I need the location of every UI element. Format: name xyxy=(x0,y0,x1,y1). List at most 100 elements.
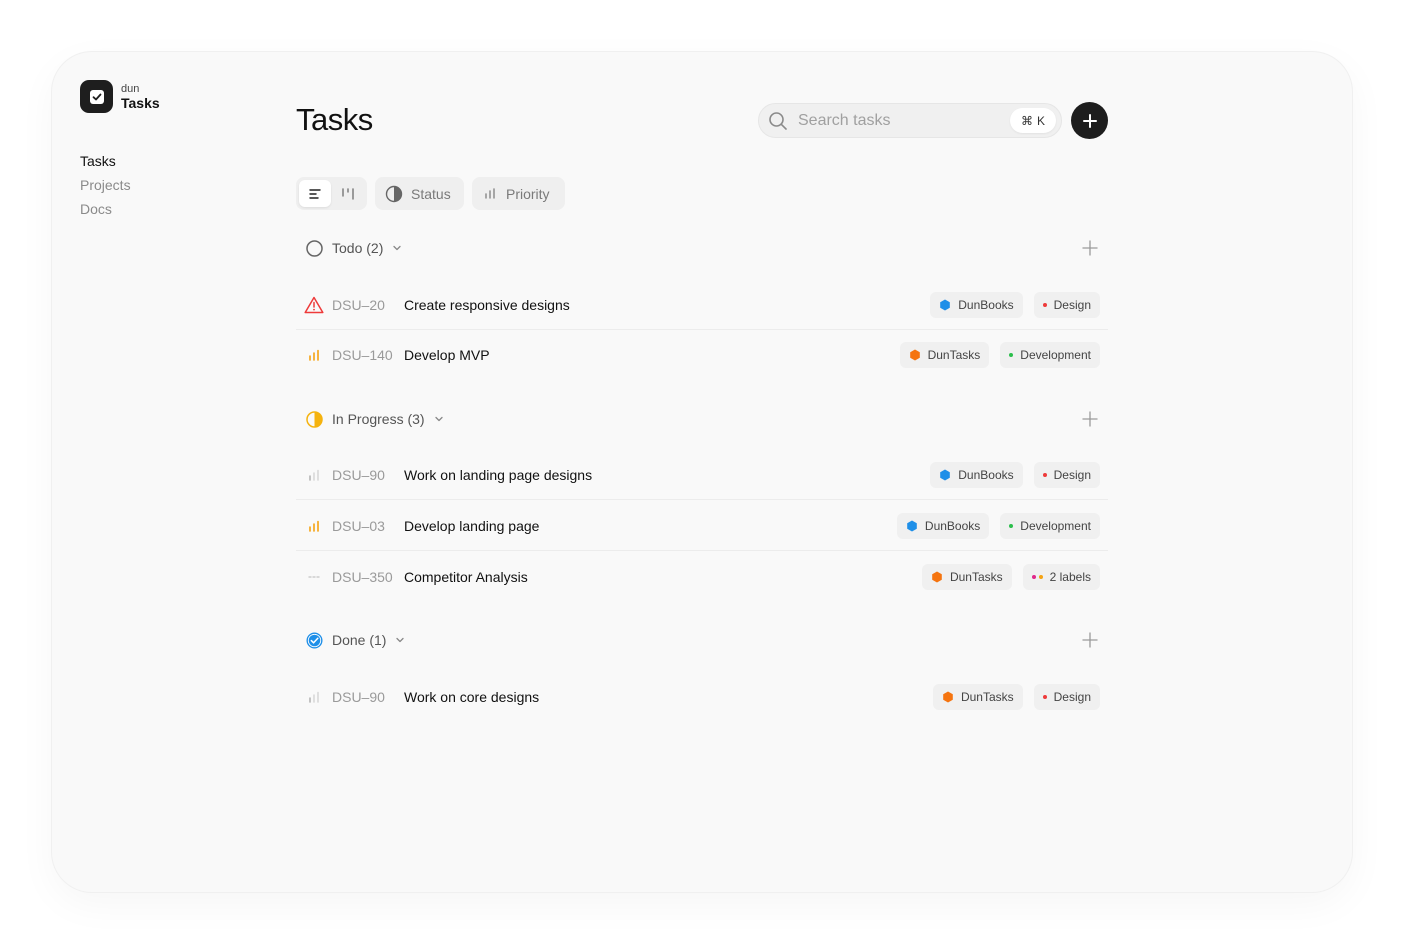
search-icon xyxy=(768,111,788,131)
app-logo[interactable]: dun Tasks xyxy=(80,80,160,113)
check-square-icon xyxy=(89,89,104,104)
label-dot-icon xyxy=(1031,575,1036,579)
task-row[interactable]: DSU–20 Create responsive designs DunBook… xyxy=(296,280,1108,330)
task-title: Develop landing page xyxy=(404,517,540,534)
group-header-done[interactable]: Done (1) xyxy=(305,630,406,650)
page-title: Tasks xyxy=(296,102,373,137)
chevron-down-icon xyxy=(434,416,443,422)
label-dot-icon xyxy=(1042,302,1047,307)
project-tag[interactable]: DunBooks xyxy=(896,512,990,539)
add-task-button[interactable] xyxy=(1071,102,1108,139)
task-id: DSU–03 xyxy=(332,517,385,534)
project-tag[interactable]: DunTasks xyxy=(899,342,990,368)
priority-filter-label: Priority xyxy=(506,185,550,202)
plus-icon xyxy=(1082,240,1098,256)
group-add-task-button[interactable] xyxy=(1080,630,1100,650)
view-toggle xyxy=(296,177,367,210)
label-tag[interactable]: Development xyxy=(1000,512,1100,539)
search-input[interactable] xyxy=(796,110,1000,131)
task-id: DSU–90 xyxy=(332,689,385,705)
project-name: DunBooks xyxy=(958,297,1014,312)
group-label: In Progress (3) xyxy=(332,411,425,427)
hexagon-icon xyxy=(940,469,951,480)
plus-icon xyxy=(1082,632,1098,648)
label-tag[interactable]: Design xyxy=(1033,684,1100,710)
bar-chart-icon xyxy=(485,187,495,199)
chevron-down-icon xyxy=(396,637,405,643)
label-name: Design xyxy=(1053,297,1091,312)
task-row[interactable]: DSU–140 Develop MVP DunTasks Development xyxy=(296,330,1108,380)
project-name: DunTasks xyxy=(960,690,1014,704)
task-id: DSU–90 xyxy=(332,466,385,483)
sidebar-item-docs[interactable]: Docs xyxy=(80,201,131,219)
plus-icon xyxy=(1082,113,1097,128)
board-view-button[interactable] xyxy=(333,180,365,207)
task-row[interactable]: DSU–03 Develop landing page DunBooks Dev… xyxy=(296,501,1108,551)
shortcut-key: K xyxy=(1036,113,1045,128)
list-view-button[interactable] xyxy=(299,180,331,207)
project-name: DunTasks xyxy=(949,570,1003,584)
status-filter-button[interactable]: Status xyxy=(375,177,464,210)
project-tag[interactable]: DunBooks xyxy=(930,291,1023,318)
search-bar[interactable]: ⌘ K xyxy=(758,103,1062,138)
plus-icon xyxy=(1082,411,1098,427)
project-name: DunBooks xyxy=(958,467,1014,482)
hexagon-icon xyxy=(932,571,942,583)
chevron-down-icon xyxy=(393,245,402,251)
label-name: Design xyxy=(1053,690,1091,704)
half-circle-icon xyxy=(385,185,403,202)
brand-name: Tasks xyxy=(121,94,160,111)
task-title: Create responsive designs xyxy=(404,296,570,313)
project-tag[interactable]: DunBooks xyxy=(930,461,1023,488)
no-priority-icon xyxy=(304,567,324,587)
list-view-icon xyxy=(309,188,321,199)
group-header-in-progress[interactable]: In Progress (3) xyxy=(305,409,445,429)
label-dot-icon xyxy=(1042,695,1047,699)
label-tag[interactable]: Design xyxy=(1033,461,1100,488)
label-name: Development xyxy=(1020,348,1091,362)
task-title: Work on core designs xyxy=(404,689,540,705)
project-tag[interactable]: DunTasks xyxy=(921,564,1012,590)
logo-mark xyxy=(80,80,113,113)
low-priority-icon xyxy=(304,465,324,485)
group-add-task-button[interactable] xyxy=(1080,238,1100,258)
todo-status-icon xyxy=(306,239,323,257)
hexagon-icon xyxy=(940,299,951,310)
done-status-icon xyxy=(306,632,323,648)
group-header-todo[interactable]: Todo (2) xyxy=(305,238,403,258)
status-filter-label: Status xyxy=(411,185,451,202)
hexagon-icon xyxy=(943,691,953,703)
sidebar-item-tasks[interactable]: Tasks xyxy=(80,153,131,171)
in-progress-status-icon xyxy=(306,410,323,428)
keyboard-shortcut-hint: ⌘ K xyxy=(1010,108,1056,133)
task-id: DSU–140 xyxy=(332,347,393,363)
task-row[interactable]: DSU–90 Work on core designs DunTasks Des… xyxy=(296,672,1108,722)
task-id: DSU–350 xyxy=(332,569,393,585)
task-row[interactable]: DSU–350 Competitor Analysis DunTasks 2 l… xyxy=(296,552,1108,602)
group-label: Done (1) xyxy=(332,632,387,648)
brand-prefix: dun xyxy=(121,82,140,95)
label-dot-icon xyxy=(1038,575,1043,579)
label-dot-icon xyxy=(1009,353,1014,357)
high-priority-icon xyxy=(304,516,324,536)
priority-filter-button[interactable]: Priority xyxy=(472,177,565,210)
sidebar-nav: Tasks Projects Docs xyxy=(80,153,131,219)
label-dot-icon xyxy=(1009,523,1014,528)
project-name: DunTasks xyxy=(927,348,981,362)
label-tag[interactable]: Design xyxy=(1033,291,1100,318)
task-title: Work on landing page designs xyxy=(404,466,593,483)
group-add-task-button[interactable] xyxy=(1080,409,1100,429)
label-tag[interactable]: Development xyxy=(1000,342,1100,368)
label-tag[interactable]: 2 labels xyxy=(1022,564,1100,590)
hexagon-icon xyxy=(907,520,917,531)
label-name: Design xyxy=(1053,467,1091,482)
project-tag[interactable]: DunTasks xyxy=(932,684,1023,710)
task-title: Competitor Analysis xyxy=(404,569,528,585)
task-id: DSU–20 xyxy=(332,296,385,313)
urgent-priority-icon xyxy=(304,295,324,315)
command-key-symbol: ⌘ xyxy=(1020,113,1033,128)
task-row[interactable]: DSU–90 Work on landing page designs DunB… xyxy=(296,450,1108,500)
high-priority-icon xyxy=(304,345,324,365)
sidebar-item-projects[interactable]: Projects xyxy=(80,177,131,195)
low-priority-icon xyxy=(304,687,324,707)
